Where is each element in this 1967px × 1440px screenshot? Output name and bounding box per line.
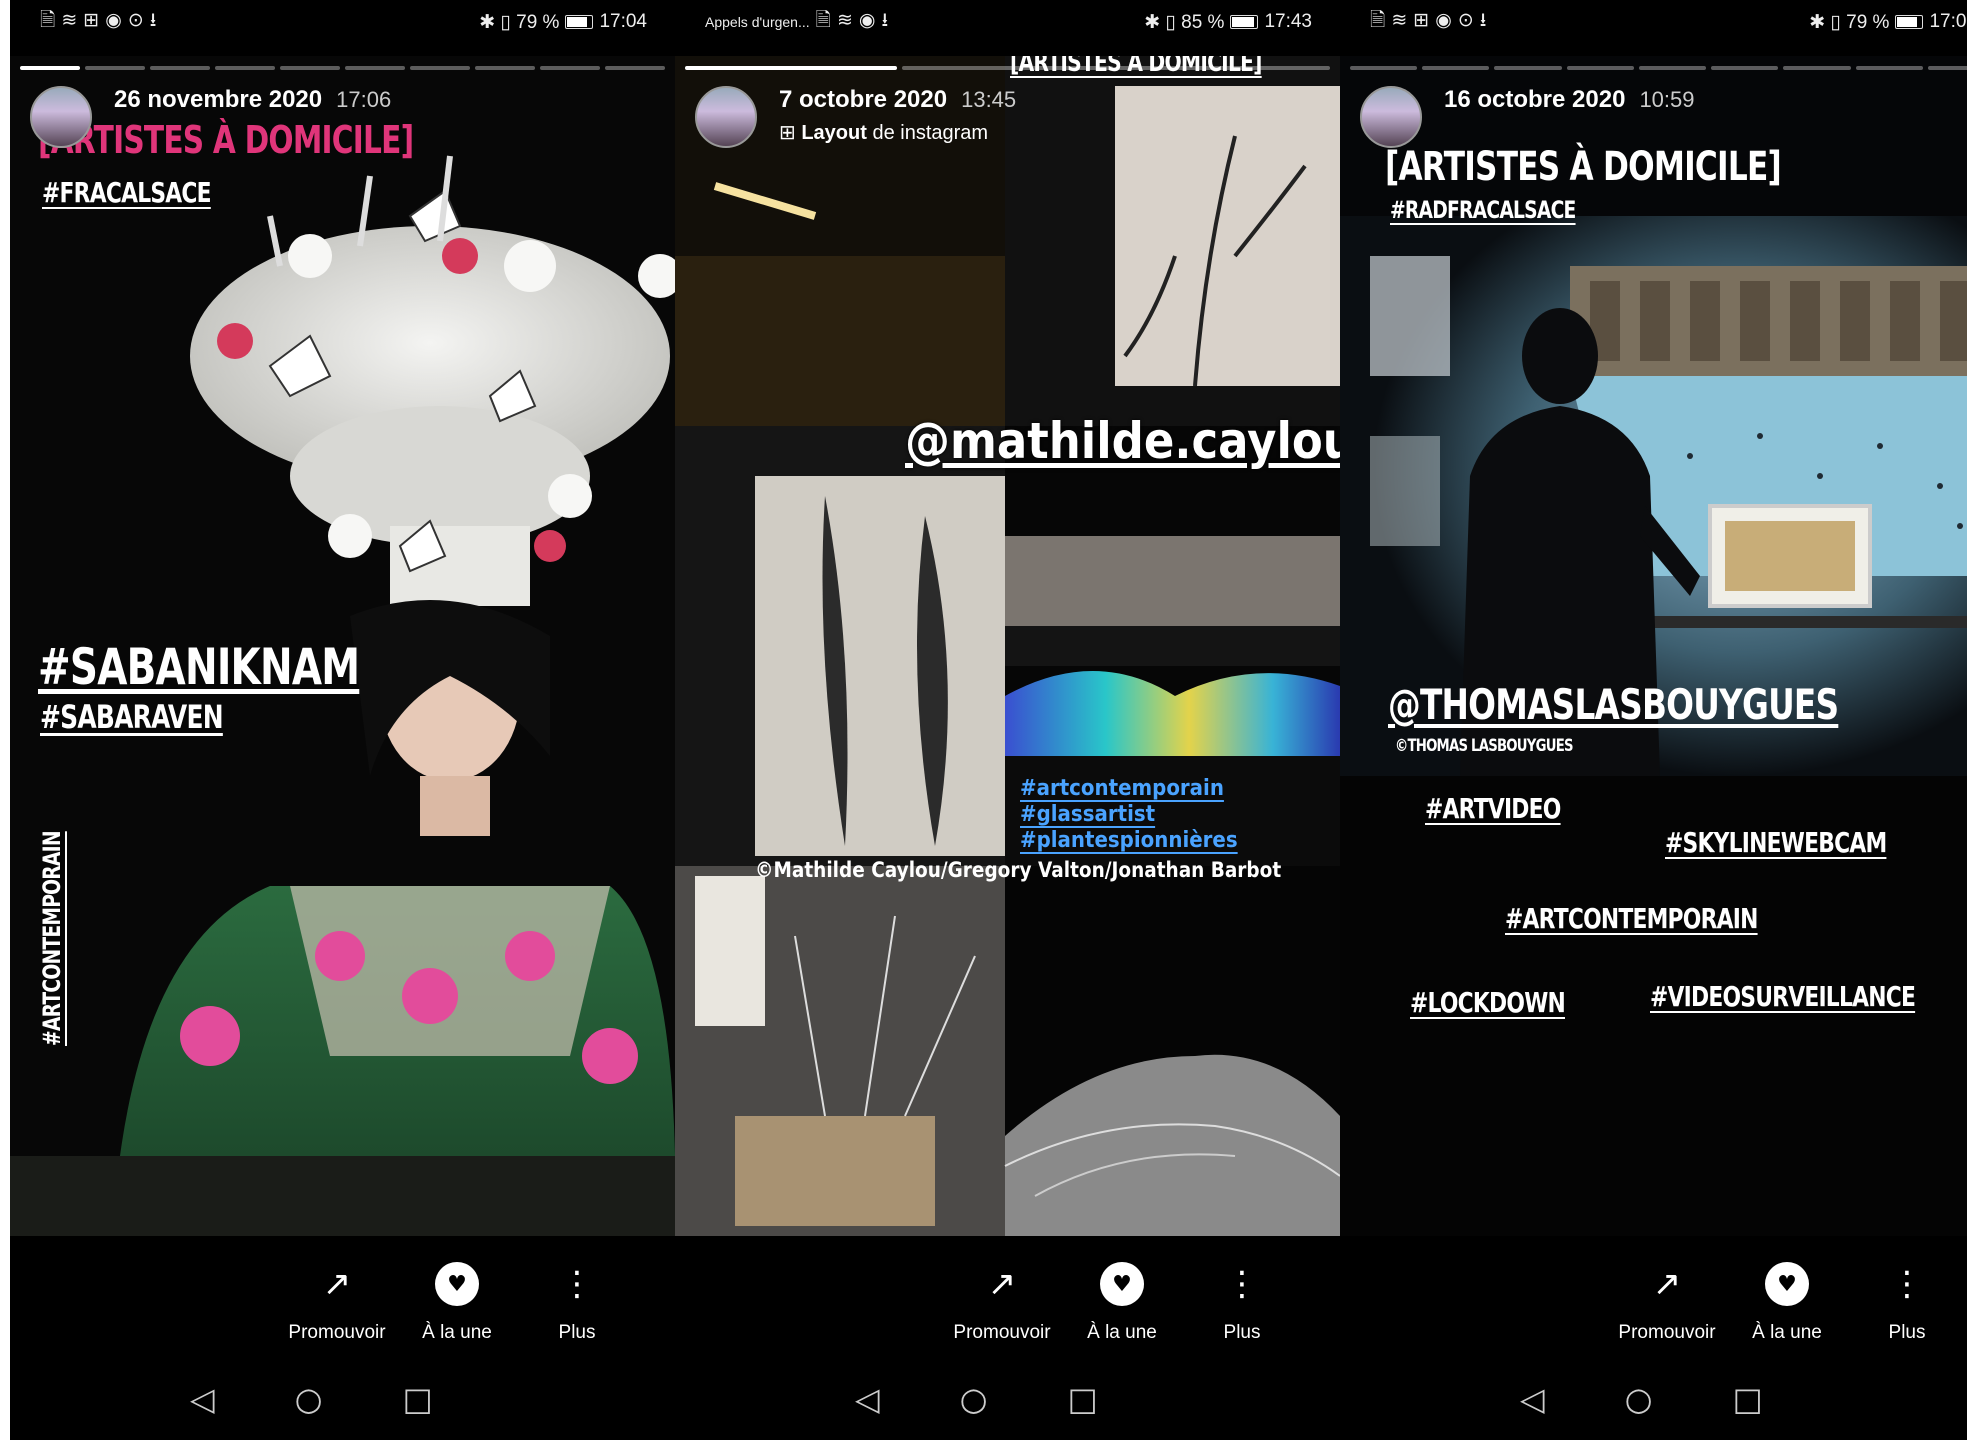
status-notification-icons: 🗎 ≋ ⊞ ◉ ⊙ ⭳ (1370, 9, 1487, 31)
avatar[interactable] (695, 86, 757, 148)
system-nav-bar: ◁ ○ □ (1340, 1380, 1967, 1418)
story-view[interactable]: [ARTISTES À DOMICILE] 7 octobre 2020 13:4… (675, 56, 1340, 1236)
story-progress-bar (1350, 66, 1967, 70)
trend-up-icon: ↗ (987, 1264, 1017, 1304)
status-time: 17:06 (1929, 11, 1967, 32)
more-vertical-icon: ⋮ (1890, 1264, 1924, 1304)
back-triangle-icon[interactable]: ◁ (855, 1380, 880, 1418)
heart-icon: ♥ (1765, 1262, 1809, 1306)
promote-button[interactable]: ↗ Promouvoir (1618, 1254, 1715, 1344)
status-bar: 🗎 ≋ ⊞ ◉ ⊙ ⭳ ✱ ▯ 79 % 17:04 (10, 0, 675, 44)
more-button[interactable]: ⋮ Plus (1859, 1254, 1955, 1344)
hashtag-artvideo[interactable]: #ARTVIDEO (1425, 792, 1561, 825)
recents-square-icon[interactable]: □ (1068, 1380, 1098, 1418)
status-bar: 🗎 ≋ ⊞ ◉ ⊙ ⭳ ✱ ▯ 79 % 17:06 (1340, 0, 1967, 44)
hashtag-plantespionnieres[interactable]: #plantespionnières (1020, 828, 1238, 853)
avatar[interactable] (30, 86, 92, 148)
heart-icon: ♥ (1100, 1262, 1144, 1306)
hashtag-radfracalsace[interactable]: #RADFRACALSACE (1390, 196, 1576, 224)
home-circle-icon[interactable]: ○ (960, 1380, 988, 1418)
more-button[interactable]: ⋮ Plus (1194, 1254, 1290, 1344)
battery-icon (565, 15, 594, 29)
photo-credit: ©THOMAS LASBOUYGUES (1395, 736, 1574, 756)
story-view[interactable]: 16 octobre 2020 10:59 [ARTISTES À DOMICIL… (1340, 56, 1967, 1236)
story-progress-bar (20, 66, 665, 70)
story-header: 26 novembre 2020 17:06 (30, 86, 655, 148)
highlight-button[interactable]: ♥ À la une (1739, 1254, 1835, 1344)
hashtag-sabaraven[interactable]: #SABARAVEN (40, 698, 224, 736)
bottom-bar: ↗ Promouvoir ♥ À la une ⋮ Plus ◁ ○ □ (10, 1236, 675, 1440)
battery-icon (1895, 15, 1924, 29)
phone-screen-3: 🗎 ≋ ⊞ ◉ ⊙ ⭳ ✱ ▯ 79 % 17:06 (1340, 0, 1967, 1440)
battery-icon (1230, 15, 1259, 29)
phone-screen-1: 🗎 ≋ ⊞ ◉ ⊙ ⭳ ✱ ▯ 79 % 17:04 [ARTISTES À D… (10, 0, 675, 1440)
story-view[interactable]: [ARTISTES À DOMICILE] 26 novembre 2020 17… (10, 56, 675, 1236)
avatar[interactable] (1360, 86, 1422, 148)
emergency-calls-text: Appels d'urgen... (705, 14, 810, 30)
hashtag-artcontemporain-vertical[interactable]: #ARTCONTEMPORAIN (38, 831, 66, 1046)
status-indicators: ✱ ▯ 79 % (479, 11, 560, 33)
artistes-tag: [ARTISTES À DOMICILE] (1385, 144, 1782, 190)
phone-screen-2: Appels d'urgen... 🗎 ≋ ◉ ⭳ ✱ ▯ 85 % 17:43 (675, 0, 1340, 1440)
recents-square-icon[interactable]: □ (403, 1380, 433, 1418)
back-triangle-icon[interactable]: ◁ (1520, 1380, 1545, 1418)
status-bar: Appels d'urgen... 🗎 ≋ ◉ ⭳ ✱ ▯ 85 % 17:43 (675, 0, 1340, 44)
more-button[interactable]: ⋮ Plus (529, 1254, 625, 1344)
layout-icon: ⊞ (779, 122, 802, 144)
heart-icon: ♥ (435, 1262, 479, 1306)
mention-mathilde-caylou[interactable]: @mathilde.caylou (905, 412, 1340, 470)
bottom-bar: ↗ Promouvoir ♥ À la une ⋮ Plus ◁ ○ □ (675, 1236, 1340, 1440)
home-circle-icon[interactable]: ○ (1625, 1380, 1653, 1418)
story-photo-collage (675, 56, 1340, 1236)
recents-square-icon[interactable]: □ (1733, 1380, 1763, 1418)
hashtag-artcontemporain[interactable]: #artcontemporain (1020, 776, 1224, 801)
story-progress-bar (685, 66, 1331, 70)
status-indicators: ✱ ▯ 85 % (1144, 11, 1225, 33)
status-notification-icons: 🗎 ≋ ⊞ ◉ ⊙ ⭳ (40, 9, 157, 31)
hashtag-skylinewebcam[interactable]: #SKYLINEWEBCAM (1665, 826, 1887, 859)
trend-up-icon: ↗ (1652, 1264, 1682, 1304)
story-time: 10:59 (1639, 87, 1695, 112)
photo-credit: ©Mathilde Caylou/Gregory Valton/Jonathan… (755, 858, 1282, 882)
back-triangle-icon[interactable]: ◁ (190, 1380, 215, 1418)
story-photo-video-projection (1340, 56, 1967, 1236)
hashtag-videosurveillance[interactable]: #VIDEOSURVEILLANCE (1650, 980, 1916, 1013)
hashtag-fracalsace[interactable]: #FRACALSACE (42, 176, 212, 209)
hashtag-artcontemporain[interactable]: #ARTCONTEMPORAIN (1505, 902, 1758, 935)
hashtag-sabaniknam[interactable]: #SABANIKNAM (38, 638, 360, 696)
story-date: 7 octobre 2020 (779, 86, 948, 113)
story-date: 16 octobre 2020 (1444, 86, 1626, 113)
bottom-bar: ↗ Promouvoir ♥ À la une ⋮ Plus ◁ ○ □ (1340, 1236, 1967, 1440)
trend-up-icon: ↗ (322, 1264, 352, 1304)
story-header: 16 octobre 2020 10:59 (1360, 86, 1967, 148)
status-time: 17:43 (1264, 11, 1312, 32)
story-date: 26 novembre 2020 (114, 86, 323, 113)
mention-thomaslasbouygues[interactable]: @THOMASLASBOUYGUES (1388, 680, 1839, 729)
layout-credit[interactable]: ⊞ Layout de instagram (779, 120, 1016, 145)
hashtag-lockdown[interactable]: #LOCKDOWN (1410, 986, 1566, 1019)
system-nav-bar: ◁ ○ □ (10, 1380, 675, 1418)
hashtag-glassartist[interactable]: #glassartist (1020, 802, 1155, 827)
system-nav-bar: ◁ ○ □ (675, 1380, 1340, 1418)
status-notification-icons: 🗎 ≋ ◉ ⭳ (815, 9, 889, 31)
story-time: 17:06 (336, 87, 392, 112)
status-indicators: ✱ ▯ 79 % (1809, 11, 1890, 33)
story-time: 13:45 (961, 87, 1017, 112)
more-vertical-icon: ⋮ (1225, 1264, 1259, 1304)
more-vertical-icon: ⋮ (560, 1264, 594, 1304)
promote-button[interactable]: ↗ Promouvoir (288, 1254, 385, 1344)
highlight-button[interactable]: ♥ À la une (409, 1254, 505, 1344)
status-time: 17:04 (599, 11, 647, 32)
highlight-button[interactable]: ♥ À la une (1074, 1254, 1170, 1344)
home-circle-icon[interactable]: ○ (295, 1380, 323, 1418)
promote-button[interactable]: ↗ Promouvoir (953, 1254, 1050, 1344)
story-header: 7 octobre 2020 13:45 ⊞ Layout de instagra… (695, 86, 1320, 148)
